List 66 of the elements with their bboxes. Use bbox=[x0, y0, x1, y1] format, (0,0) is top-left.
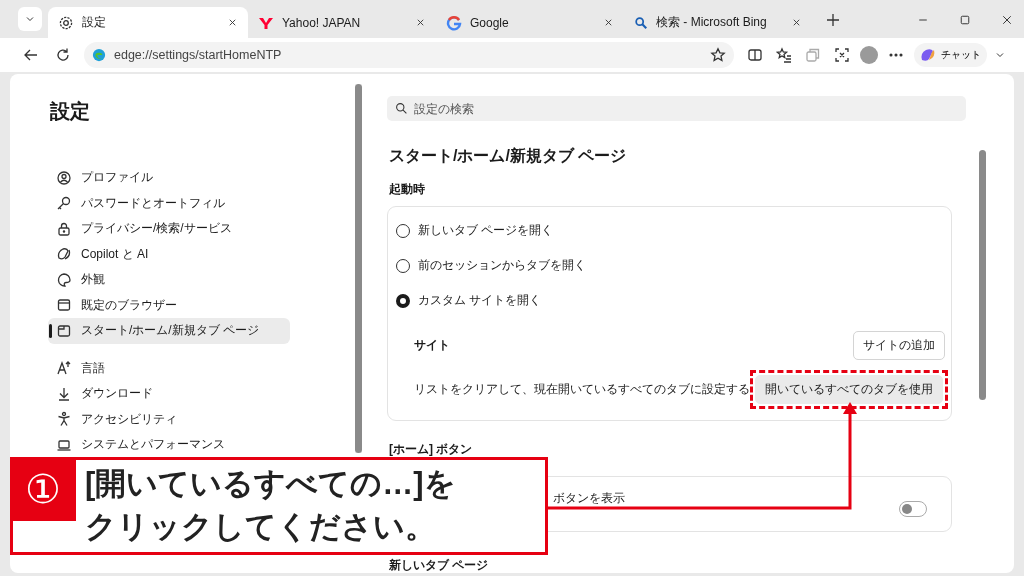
step-number: ① bbox=[10, 457, 76, 521]
sidebar-item[interactable]: 外観 bbox=[48, 267, 290, 293]
copilot-logo-icon bbox=[920, 47, 936, 63]
star-list-icon bbox=[776, 47, 792, 63]
add-site-button[interactable]: サイトの追加 bbox=[853, 330, 945, 360]
browser-tab[interactable]: Google bbox=[436, 7, 624, 38]
scrollbar-thumb[interactable] bbox=[979, 150, 986, 400]
sites-label: サイト bbox=[414, 337, 450, 353]
browser-tab[interactable]: 検索 - Microsoft Bing bbox=[624, 7, 812, 38]
toggle-switch[interactable] bbox=[899, 501, 927, 517]
radio-option[interactable]: 前のセッションからタブを開く bbox=[388, 248, 592, 283]
download-icon bbox=[56, 385, 72, 402]
browser-tab[interactable]: Yahoo! JAPAN bbox=[248, 7, 436, 38]
radio-option[interactable]: 新しいタブ ページを開く bbox=[388, 213, 560, 248]
setting-title: ボタンを表示 bbox=[553, 490, 626, 507]
close-icon bbox=[791, 17, 802, 28]
sidebar-item[interactable]: プライバシー/検索/サービス bbox=[48, 216, 290, 242]
setting-description: リストをクリアして、現在開いているすべてのタブに設定する bbox=[414, 381, 750, 397]
window-icon bbox=[56, 297, 72, 314]
use-all-tabs-button[interactable]: 開いているすべてのタブを使用 bbox=[755, 374, 943, 404]
sidebar-item[interactable]: システムとパフォーマンス bbox=[48, 432, 290, 458]
instruction-text: [開いているすべての…]を クリックしてください。 bbox=[85, 465, 456, 546]
close-icon bbox=[415, 17, 426, 28]
back-arrow-icon bbox=[23, 47, 39, 63]
person-icon bbox=[56, 169, 72, 186]
plus-icon bbox=[825, 12, 841, 28]
browser-tab[interactable]: 設定 bbox=[48, 7, 248, 38]
settings-title: 設定 bbox=[50, 99, 91, 124]
search-icon bbox=[395, 102, 408, 115]
close-icon bbox=[1001, 14, 1013, 26]
sidebar-item[interactable]: 言語 bbox=[48, 355, 290, 381]
refresh-icon bbox=[55, 47, 71, 63]
close-icon bbox=[227, 17, 238, 28]
sidebar-item[interactable]: アクセシビリティ bbox=[48, 406, 290, 432]
gear-icon bbox=[58, 14, 74, 31]
sidebar-item[interactable]: プロファイル bbox=[48, 165, 290, 191]
window-icon bbox=[56, 322, 72, 339]
split-screen-icon bbox=[747, 47, 763, 63]
lock-icon bbox=[56, 220, 72, 237]
copilot-button[interactable]: チャット bbox=[914, 43, 987, 67]
radio-option[interactable]: カスタム サイトを開く bbox=[388, 283, 548, 318]
section-label: [ホーム] ボタン bbox=[389, 441, 474, 458]
collections-icon bbox=[805, 47, 821, 63]
sidebar-item[interactable]: スタート/ホーム/新規タブ ページ bbox=[48, 318, 290, 344]
search-field[interactable]: 設定の検索 bbox=[387, 96, 966, 121]
address-bar[interactable]: edge://settings/startHomeNTP bbox=[84, 42, 734, 68]
g-logo-icon bbox=[446, 14, 462, 31]
star-icon bbox=[710, 47, 726, 63]
section-label: 新しいタブ ページ bbox=[389, 558, 489, 573]
page-title: スタート/ホーム/新規タブ ページ bbox=[389, 146, 628, 166]
accessibility-icon bbox=[56, 411, 72, 428]
search-icon bbox=[634, 15, 648, 30]
scrollbar-thumb[interactable] bbox=[355, 84, 362, 453]
sidebar-item[interactable]: パスワードとオートフィル bbox=[48, 190, 290, 216]
sidebar-item[interactable]: 既定のブラウザー bbox=[48, 292, 290, 318]
close-icon bbox=[603, 17, 614, 28]
maximize-icon bbox=[959, 14, 971, 26]
section-label: 起動時 bbox=[389, 181, 426, 198]
browser-logo-icon bbox=[92, 48, 106, 62]
profile-avatar[interactable] bbox=[860, 46, 878, 64]
language-icon bbox=[56, 360, 72, 377]
palette-icon bbox=[56, 271, 72, 288]
sidebar-item[interactable]: Copilot と AI bbox=[48, 241, 290, 267]
key-icon bbox=[56, 195, 72, 212]
screenshot-icon bbox=[834, 47, 850, 63]
sidebar-item[interactable]: ダウンロード bbox=[48, 381, 290, 407]
